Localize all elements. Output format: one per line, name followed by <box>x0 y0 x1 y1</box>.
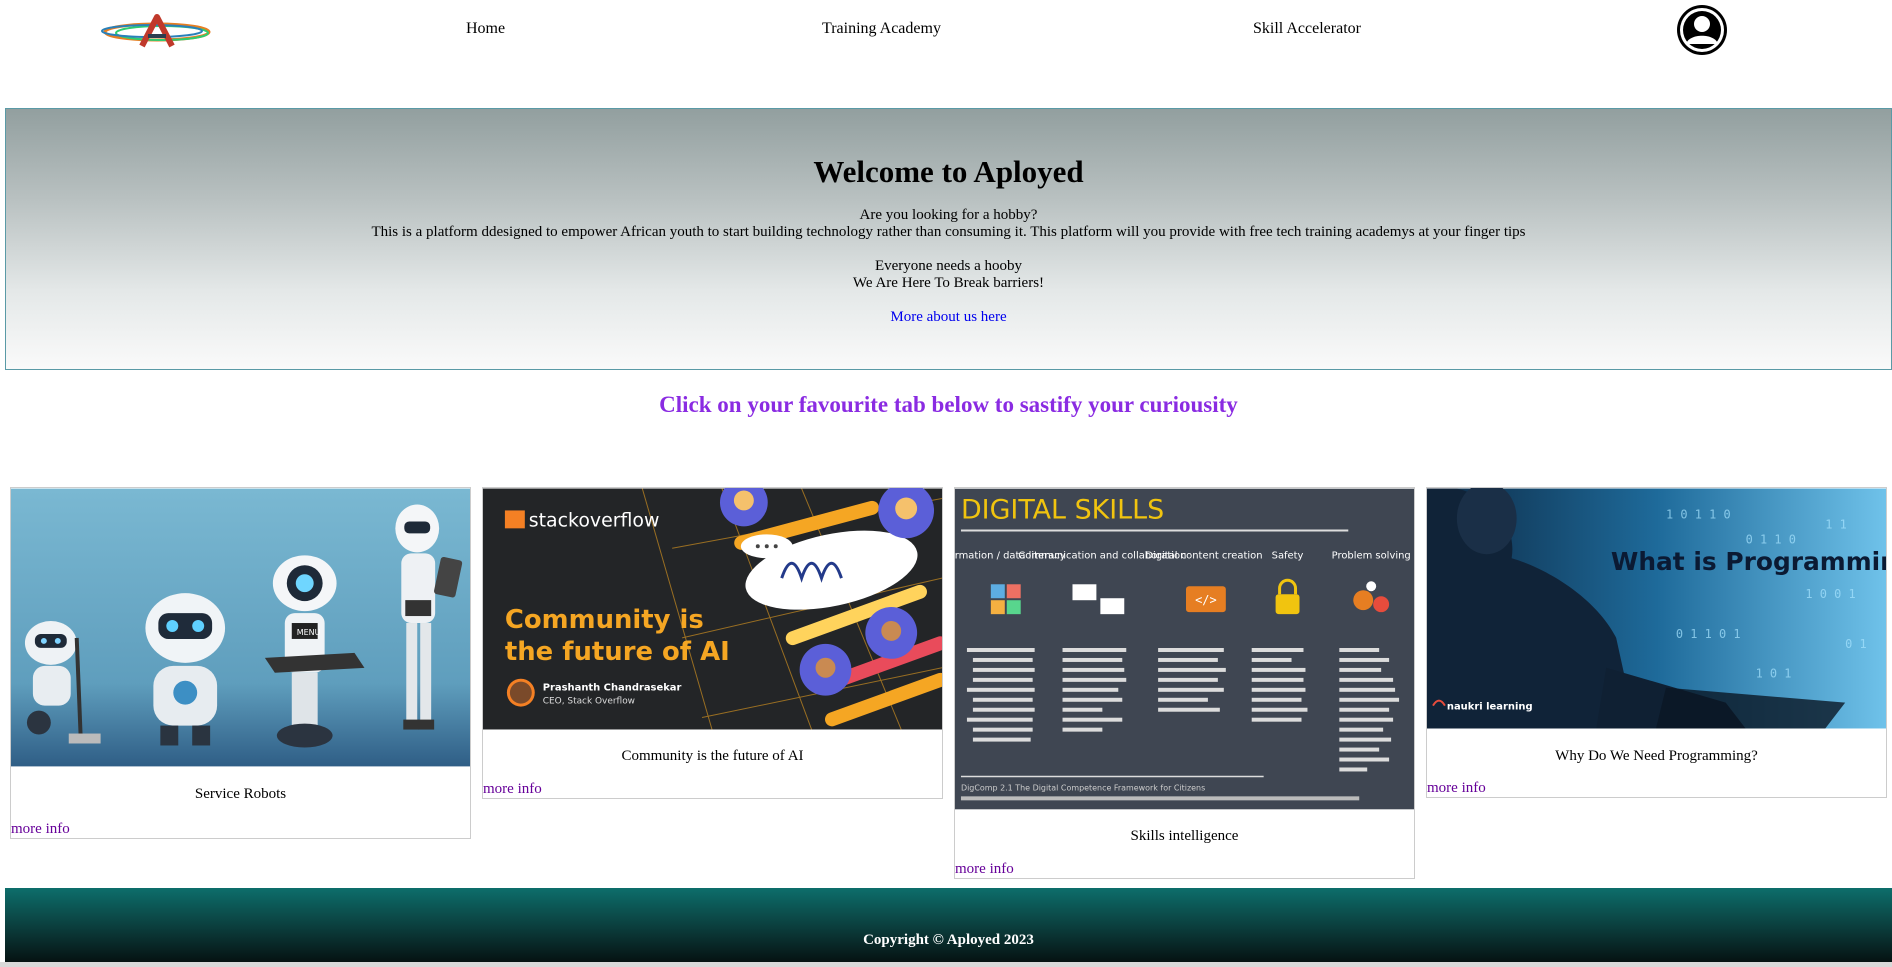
svg-text:1 0 0 1: 1 0 0 1 <box>1805 587 1855 601</box>
skill-col-3-name: Digital content creation <box>1145 550 1262 561</box>
more-info-link[interactable]: more info <box>1427 780 1886 797</box>
svg-text:</>: </> <box>1195 593 1217 607</box>
card-title: Service Robots <box>194 786 287 802</box>
programming-headline: What is Programming? <box>1611 547 1886 576</box>
nav-training-academy-link[interactable]: Training Academy <box>822 20 941 38</box>
aployed-logo[interactable] <box>100 12 215 52</box>
digital-skills-image[interactable]: DIGITAL SKILLS Information / data litera… <box>955 488 1414 810</box>
user-avatar-icon[interactable] <box>1677 5 1727 55</box>
hero-line-1: Everyone needs a hooby <box>874 258 1023 274</box>
skill-col-5-name: Problem solving <box>1332 550 1411 561</box>
community-ai-image[interactable]: stackoverflow Community is the future of… <box>483 488 942 730</box>
svg-text:1 1: 1 1 <box>1825 517 1847 531</box>
more-about-us-link[interactable]: More about us here <box>6 309 1891 326</box>
digital-skills-source: DigComp 2.1 The Digital Competence Frame… <box>961 783 1205 792</box>
card-programming[interactable]: 1 0 1 1 0 0 1 1 0 1 0 0 1 0 1 1 0 1 1 0 1 1… <box>1426 487 1887 798</box>
card-title: Community is the future of AI <box>621 748 804 764</box>
svg-text:1 0 1 1 0: 1 0 1 1 0 <box>1666 507 1731 521</box>
nav-home-link[interactable]: Home <box>466 20 505 38</box>
digital-skills-heading: DIGITAL SKILLS <box>961 495 1164 526</box>
card-title: Why Do We Need Programming? <box>1555 748 1758 764</box>
hero-line-2: We Are Here To Break barriers! <box>852 275 1045 291</box>
card-community-ai[interactable]: stackoverflow Community is the future of… <box>482 487 943 799</box>
browser-bottom-strip <box>0 962 1892 967</box>
image-person-role: CEO, Stack Overflow <box>543 697 635 707</box>
svg-text:1 0 1: 1 0 1 <box>1756 667 1792 681</box>
naukri-brand-text: naukri learning <box>1447 702 1533 713</box>
more-info-link[interactable]: more info <box>11 821 470 838</box>
card-service-robots[interactable]: MENU Service Robots more info <box>10 487 471 839</box>
programming-image[interactable]: 1 0 1 1 0 0 1 1 0 1 0 0 1 0 1 1 0 1 1 0 1 1… <box>1427 488 1886 729</box>
svg-text:0 1 1 0 1: 0 1 1 0 1 <box>1676 627 1741 641</box>
skill-col-4-name: Safety <box>1272 550 1304 561</box>
section-tagline: Click on your favourite tab below to sas… <box>659 392 1238 417</box>
footer: Copyright © Aployed 2023 <box>5 888 1892 967</box>
image-person-name: Prashanth Chandrasekar <box>543 683 682 694</box>
hero-question: Are you looking for a hobby? <box>859 207 1038 223</box>
image-headline-1: Community is <box>505 605 704 635</box>
hero-description: This is a platform ddesigned to empower … <box>371 224 1526 240</box>
stackoverflow-brand-text: stackoverflow <box>529 509 660 531</box>
more-info-link[interactable]: more info <box>955 861 1414 878</box>
image-headline-2: the future of AI <box>505 637 730 667</box>
card-skills-intelligence[interactable]: DIGITAL SKILLS Information / data litera… <box>954 487 1415 879</box>
nav-skill-accelerator-link[interactable]: Skill Accelerator <box>1253 20 1361 38</box>
more-info-link[interactable]: more info <box>483 781 942 798</box>
hero-title: Welcome to Aployed <box>813 154 1084 189</box>
card-title: Skills intelligence <box>1130 828 1239 844</box>
svg-text:MENU: MENU <box>297 628 321 637</box>
svg-text:0 1: 0 1 <box>1845 637 1867 651</box>
service-robots-image[interactable]: MENU <box>11 488 470 767</box>
svg-text:0 1 1 0: 0 1 1 0 <box>1746 532 1796 546</box>
copyright-text: Copyright © Aployed 2023 <box>863 932 1034 948</box>
hero-banner: Welcome to Aployed Are you looking for a… <box>5 108 1892 370</box>
top-navbar: Home Training Academy Skill Accelerator <box>0 0 1892 62</box>
